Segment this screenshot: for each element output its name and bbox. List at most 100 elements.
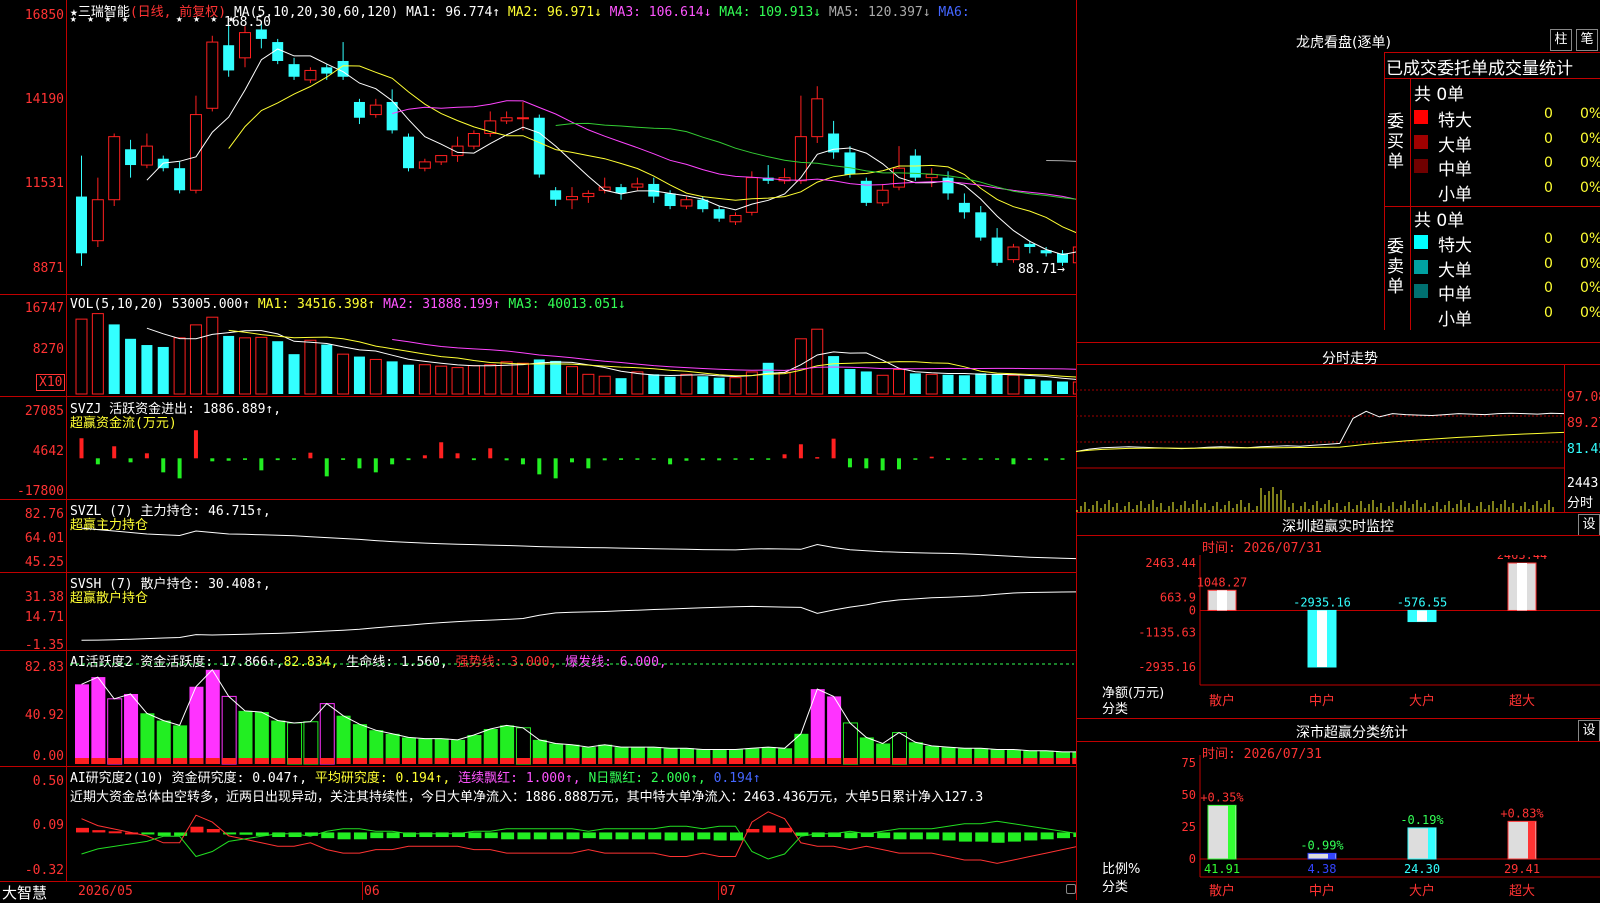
activity-base xyxy=(287,758,302,764)
legend-swatch xyxy=(1414,308,1428,323)
order-count: 0 xyxy=(1544,106,1553,122)
sz-category: 超大 xyxy=(1509,694,1535,709)
activity-base xyxy=(876,758,891,764)
activity-base xyxy=(91,758,106,764)
research-bar xyxy=(484,832,498,839)
sc-change-label: +0.35% xyxy=(1200,790,1244,804)
volume-bar-down xyxy=(272,341,284,394)
fund-flow-bar xyxy=(144,453,149,459)
fund-flow-bar xyxy=(373,458,378,473)
fenshi-chart[interactable] xyxy=(1076,364,1564,512)
candle-body-up xyxy=(108,136,121,201)
divider xyxy=(1384,52,1600,53)
activity-base xyxy=(124,758,139,764)
order-type-name: 中单 xyxy=(1438,285,1472,305)
research-bar xyxy=(779,827,793,833)
main-chart-svg[interactable] xyxy=(0,0,1076,900)
candle-body-up xyxy=(516,117,529,120)
ma20-line xyxy=(392,100,1076,200)
candle-body-down xyxy=(288,64,300,77)
volume-bar-up xyxy=(337,353,350,395)
fund-flow-bar xyxy=(439,442,444,459)
main-holding-line xyxy=(81,527,1076,560)
activity-base xyxy=(385,758,400,764)
candle-body-down xyxy=(844,152,856,175)
legend-swatch xyxy=(1414,183,1428,198)
fund-flow-bar xyxy=(847,458,852,468)
candle-body-down xyxy=(664,193,676,207)
fund-flow-bar xyxy=(913,458,918,460)
candle-body-down xyxy=(909,155,921,178)
fund-flow-bar xyxy=(978,458,983,460)
candle-body-up xyxy=(582,192,595,198)
activity-base xyxy=(843,758,858,764)
fund-flow-bar xyxy=(341,458,346,460)
research-bar xyxy=(337,832,351,840)
activity-bar xyxy=(124,693,139,764)
divider xyxy=(1076,512,1600,513)
divider xyxy=(1410,78,1411,330)
activity-bar-hollow xyxy=(842,722,858,765)
order-count: 0 xyxy=(1544,130,1553,147)
legend-swatch xyxy=(1414,284,1428,298)
sc-bar-value: 4.38 xyxy=(1308,862,1337,876)
volume-bar-up xyxy=(729,377,742,395)
fund-flow-bar xyxy=(422,455,427,459)
order-type-name: 小单 xyxy=(1438,309,1472,330)
volume-bar-down xyxy=(975,373,987,394)
volume-bar-down xyxy=(353,356,365,394)
candle-body-down xyxy=(321,67,333,74)
order-percent: 0% xyxy=(1580,179,1600,196)
fund-flow-bar xyxy=(406,458,411,461)
volume-bar-down xyxy=(321,344,333,394)
activity-base xyxy=(859,758,874,764)
volume-bar-up xyxy=(75,318,88,395)
fs-tick: 89.27 xyxy=(1567,416,1600,431)
research-bar xyxy=(321,832,335,839)
fund-flow-bar xyxy=(635,458,640,460)
research-bar xyxy=(501,832,515,840)
fund-flow-bar xyxy=(1027,458,1032,460)
candle-body-up xyxy=(369,104,382,116)
fund-flow-bar xyxy=(193,430,198,459)
order-stats-tabs[interactable]: 已成交委托单成交量统计 xyxy=(1386,54,1573,79)
activity-bar xyxy=(254,712,269,764)
activity-base xyxy=(810,758,825,764)
volume-bar-up xyxy=(582,373,595,395)
volume-bar-up xyxy=(304,339,317,395)
volume-bar-down xyxy=(223,335,235,394)
candle-body-down xyxy=(550,190,562,200)
volume-bar-down xyxy=(664,376,676,394)
sc-settings-button[interactable]: 设 xyxy=(1578,720,1600,742)
research-bar xyxy=(386,832,400,839)
bar-view-button[interactable]: 柱 xyxy=(1550,29,1572,51)
fund-flow-bar xyxy=(324,458,329,477)
candle-body-up xyxy=(876,189,889,204)
candle-body-down xyxy=(125,149,137,166)
candle-body-down xyxy=(975,212,987,238)
activity-base xyxy=(565,758,580,764)
research-bar xyxy=(877,832,891,839)
fund-flow-bar xyxy=(929,456,934,459)
activity-base xyxy=(320,758,335,764)
divider xyxy=(1076,718,1600,719)
sz-settings-button[interactable]: 设 xyxy=(1578,514,1600,536)
fund-flow-bar xyxy=(962,458,967,460)
order-type-name: 特大 xyxy=(1438,236,1472,256)
activity-bar xyxy=(75,684,89,764)
activity-bar xyxy=(156,720,171,764)
activity-base xyxy=(107,758,122,764)
order-type-name: 特大 xyxy=(1438,111,1472,131)
fund-flow-bar xyxy=(537,458,542,475)
order-percent: 0% xyxy=(1580,280,1600,296)
fund-flow-bar xyxy=(897,458,901,470)
order-percent: 0% xyxy=(1580,255,1600,272)
activity-base xyxy=(630,758,645,764)
activity-base xyxy=(1006,758,1021,764)
sc-stats-chart[interactable]: 75 50 25 0 +0.35% 41.91 散户 -0.99% 4.38 中户 -0.19% 24… xyxy=(1076,755,1600,900)
sz-bar-value: 2463.44 xyxy=(1497,555,1548,562)
tick-view-button[interactable]: 笔 xyxy=(1576,29,1598,51)
fund-flow-bar xyxy=(357,458,362,469)
sz-monitor-chart[interactable]: 2463.44663.90-1135.63-2935.161048.27散户-2… xyxy=(1076,555,1600,715)
activity-bar xyxy=(271,720,286,764)
